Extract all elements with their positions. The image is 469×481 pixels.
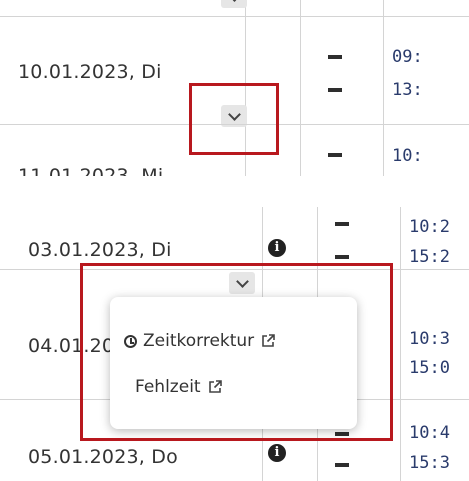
dash-icon: [328, 55, 342, 59]
time-value: 10:: [392, 146, 423, 166]
row-date: 10.01.2023, Di: [18, 61, 162, 83]
time-value: 15:2: [409, 247, 450, 267]
dash-icon: [328, 88, 342, 92]
info-icon[interactable]: i: [268, 239, 286, 257]
time-value: 10:4: [409, 423, 450, 443]
dash-icon: [335, 463, 349, 467]
time-value: 13:: [392, 80, 423, 100]
expand-button[interactable]: [221, 0, 247, 8]
row-date: 03.01.2023, Di: [28, 239, 172, 261]
time-value: 15:0: [409, 358, 450, 378]
time-value: 09:: [392, 47, 423, 67]
time-value: 15:3: [409, 453, 450, 473]
row-date: 05.01.2023, Do: [28, 446, 178, 468]
time-value: 10:3: [409, 329, 450, 349]
dash-icon: [335, 255, 349, 259]
dash-icon: [328, 153, 342, 157]
top-table-crop: 10.01.2023, Di 09: 13: 11.01.2023, Mi 10…: [0, 0, 469, 176]
table-row: 03.01.2023, Di i 10:2 15:2: [0, 207, 469, 294]
chevron-down-icon: [227, 0, 241, 2]
highlight-box: [189, 83, 279, 155]
dash-icon: [335, 222, 349, 226]
highlight-box: [80, 263, 393, 441]
info-icon[interactable]: i: [268, 444, 286, 462]
bottom-table-crop: 03.01.2023, Di i 10:2 15:2 04.01.2023, M…: [0, 207, 469, 481]
row-date: 11.01.2023, Mi: [18, 165, 164, 176]
time-value: 10:2: [409, 217, 450, 237]
